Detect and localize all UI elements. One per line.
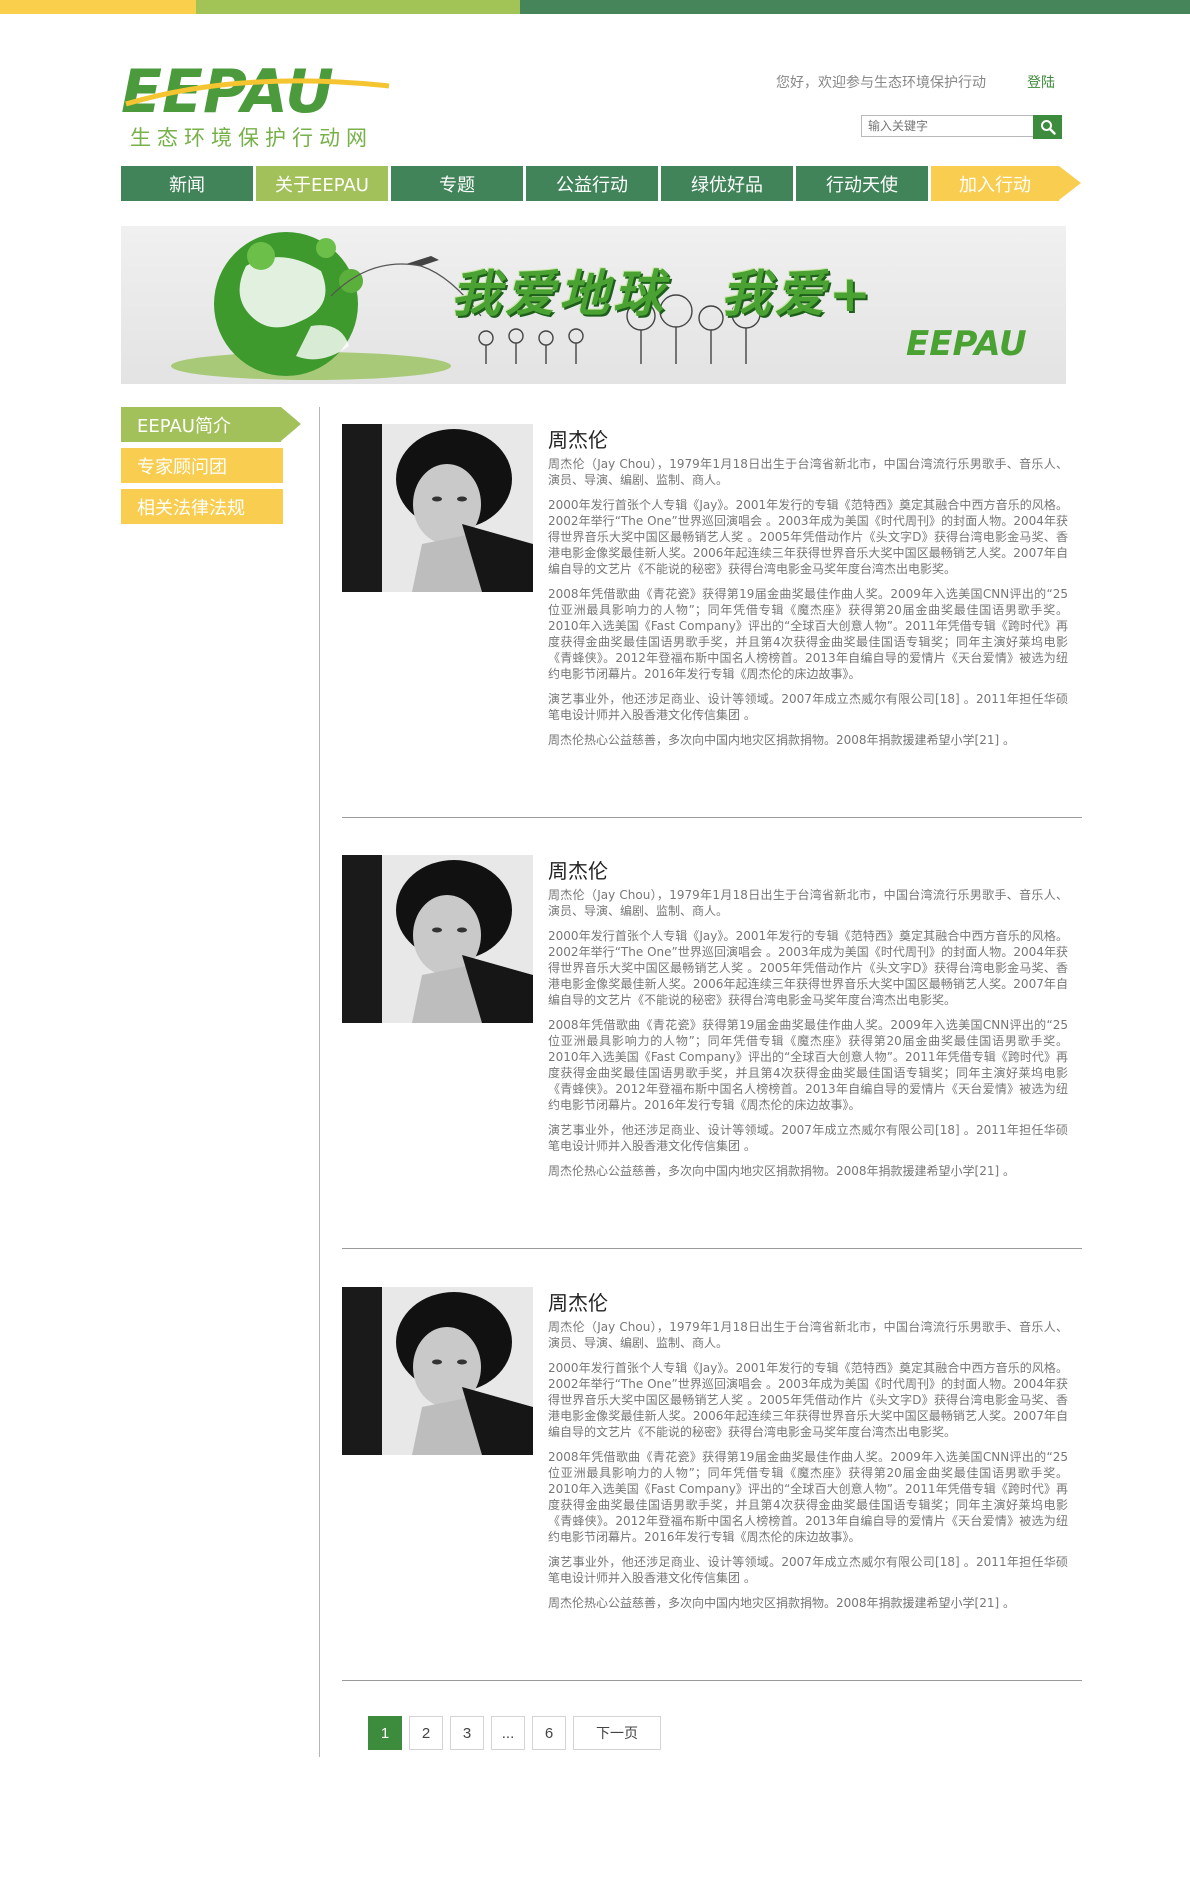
nav-item-join[interactable]: 加入行动 bbox=[931, 166, 1081, 201]
top-bar-yellow bbox=[0, 0, 196, 14]
nav-item-action-angels[interactable]: 行动天使 bbox=[796, 166, 928, 201]
nav-item-green-goods[interactable]: 绿优好品 bbox=[661, 166, 793, 201]
article-paragraph: 周杰伦（Jay Chou），1979年1月18日出生于台湾省新北市，中国台湾流行… bbox=[548, 1320, 1068, 1350]
article-title[interactable]: 周杰伦 bbox=[548, 1287, 608, 1316]
banner-slogan: 我爱地球 我爱+ bbox=[451, 265, 875, 323]
article-paragraph: 演艺事业外，他还涉足商业、设计等领域。2007年成立杰威尔有限公司[18] 。2… bbox=[548, 692, 1068, 722]
article-paragraph: 演艺事业外，他还涉足商业、设计等领域。2007年成立杰威尔有限公司[18] 。2… bbox=[548, 1555, 1068, 1585]
portrait-image bbox=[342, 855, 533, 1023]
search-input[interactable] bbox=[861, 115, 1033, 137]
next-page-button[interactable]: 下一页 bbox=[573, 1716, 661, 1750]
profile-photo[interactable] bbox=[342, 424, 533, 592]
article-paragraph: 2008年凭借歌曲《青花瓷》获得第19届金曲奖最佳作曲人奖。2009年入选美国C… bbox=[548, 1450, 1068, 1544]
article-paragraph: 周杰伦热心公益慈善，多次向中国内地灾区捐款捐物。2008年捐款援建希望小学[21… bbox=[548, 1596, 1015, 1610]
nav-item-news[interactable]: 新闻 bbox=[121, 166, 253, 201]
pagination: 1 2 3 ... 6 下一页 bbox=[368, 1716, 668, 1750]
article-paragraph: 2000年发行首张个人专辑《Jay》。2001年发行的专辑《范特西》奠定其融合中… bbox=[548, 498, 1068, 576]
article-paragraph: 周杰伦热心公益慈善，多次向中国内地灾区捐款捐物。2008年捐款援建希望小学[21… bbox=[548, 1164, 1015, 1178]
article-paragraph: 2000年发行首张个人专辑《Jay》。2001年发行的专辑《范特西》奠定其融合中… bbox=[548, 929, 1068, 1007]
welcome-text: 您好，欢迎参与生态环境保护行动 bbox=[776, 74, 986, 90]
sidebar-item-eepau-intro[interactable]: EEPAU简介 bbox=[121, 407, 301, 442]
main-nav: 新闻 关于EEPAU 专题 公益行动 绿优好品 行动天使 加入行动 bbox=[121, 166, 1081, 201]
article-body: 周杰伦（Jay Chou），1979年1月18日出生于台湾省新北市，中国台湾流行… bbox=[548, 887, 1068, 1188]
sidebar-item-expert-panel[interactable]: 专家顾问团 bbox=[121, 448, 283, 483]
article-paragraph: 2008年凭借歌曲《青花瓷》获得第19届金曲奖最佳作曲人奖。2009年入选美国C… bbox=[548, 1018, 1068, 1112]
portrait-image bbox=[342, 424, 533, 592]
logo-subtitle: 生态环境保护行动网 bbox=[130, 126, 373, 150]
hero-banner: 我爱地球 我爱+ EEPAU bbox=[121, 226, 1066, 384]
article-paragraph: 周杰伦（Jay Chou），1979年1月18日出生于台湾省新北市，中国台湾流行… bbox=[548, 888, 1068, 918]
nav-item-topics[interactable]: 专题 bbox=[391, 166, 523, 201]
page-button-3[interactable]: 3 bbox=[450, 1716, 484, 1750]
article-body: 周杰伦（Jay Chou），1979年1月18日出生于台湾省新北市，中国台湾流行… bbox=[548, 1319, 1068, 1620]
sidebar-divider bbox=[319, 407, 320, 1757]
search-box bbox=[861, 115, 1062, 139]
profile-photo[interactable] bbox=[342, 1287, 533, 1455]
page-button-1[interactable]: 1 bbox=[368, 1716, 402, 1750]
article-separator bbox=[342, 817, 1082, 818]
sidebar-item-laws[interactable]: 相关法律法规 bbox=[121, 489, 283, 524]
search-button[interactable] bbox=[1033, 115, 1062, 139]
top-bar-darkgreen bbox=[520, 0, 1190, 14]
sidebar: EEPAU简介 专家顾问团 相关法律法规 bbox=[121, 407, 301, 530]
article-separator bbox=[342, 1680, 1082, 1681]
search-icon bbox=[1040, 120, 1056, 135]
eepau-logo-mark: EEPAU bbox=[121, 57, 390, 127]
banner-logo: EEPAU bbox=[906, 324, 1027, 364]
profile-photo[interactable] bbox=[342, 855, 533, 1023]
nav-item-about[interactable]: 关于EEPAU bbox=[256, 166, 388, 201]
page-button-2[interactable]: 2 bbox=[409, 1716, 443, 1750]
article-paragraph: 演艺事业外，他还涉足商业、设计等领域。2007年成立杰威尔有限公司[18] 。2… bbox=[548, 1123, 1068, 1153]
article-paragraph: 周杰伦（Jay Chou），1979年1月18日出生于台湾省新北市，中国台湾流行… bbox=[548, 457, 1068, 487]
nav-item-charity[interactable]: 公益行动 bbox=[526, 166, 658, 201]
page-button-6[interactable]: 6 bbox=[532, 1716, 566, 1750]
login-link[interactable]: 登陆 bbox=[1027, 72, 1055, 92]
article-paragraph: 2008年凭借歌曲《青花瓷》获得第19届金曲奖最佳作曲人奖。2009年入选美国C… bbox=[548, 587, 1068, 681]
portrait-image bbox=[342, 1287, 533, 1455]
article-paragraph: 周杰伦热心公益慈善，多次向中国内地灾区捐款捐物。2008年捐款援建希望小学[21… bbox=[548, 733, 1015, 747]
top-color-bar bbox=[0, 0, 1190, 14]
article-title[interactable]: 周杰伦 bbox=[548, 855, 608, 884]
top-bar-lightgreen bbox=[196, 0, 520, 14]
article-body: 周杰伦（Jay Chou），1979年1月18日出生于台湾省新北市，中国台湾流行… bbox=[548, 456, 1068, 757]
logo-text: EEPAU bbox=[121, 60, 334, 124]
page-ellipsis: ... bbox=[491, 1716, 525, 1750]
article-paragraph: 2000年发行首张个人专辑《Jay》。2001年发行的专辑《范特西》奠定其融合中… bbox=[548, 1361, 1068, 1439]
article-title[interactable]: 周杰伦 bbox=[548, 424, 608, 453]
article-separator bbox=[342, 1248, 1082, 1249]
